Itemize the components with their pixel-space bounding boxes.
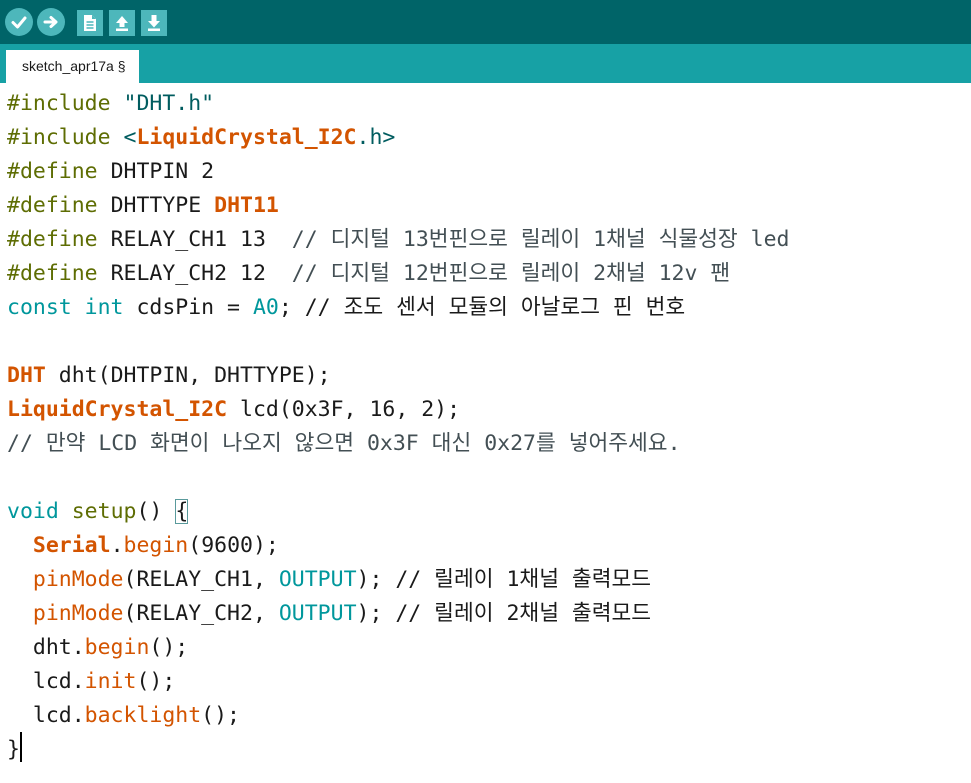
code-line[interactable]: pinMode(RELAY_CH1, OUTPUT); // 릴레이 1채널 출…: [7, 563, 789, 597]
code-line[interactable]: #include "DHT.h": [7, 87, 789, 121]
code-token: ();: [201, 703, 241, 728]
code-token: .: [110, 533, 124, 558]
code-text[interactable]: #include "DHT.h" #include <LiquidCrystal_…: [7, 87, 789, 767]
code-line[interactable]: // 만약 LCD 화면이 나오지 않으면 0x3F 대신 0x27를 넣어주세…: [7, 427, 789, 461]
code-token: OUTPUT: [278, 601, 357, 626]
code-token: // 만약 LCD 화면이 나오지 않으면 0x3F 대신 0x27를 넣어주세…: [7, 431, 681, 456]
code-token: #define: [7, 193, 111, 218]
code-token: DHTTYPE: [110, 193, 215, 218]
code-line[interactable]: #define DHTPIN 2: [7, 155, 789, 189]
code-token: backlight: [84, 703, 202, 728]
code-token: begin: [123, 533, 189, 558]
code-token: lcd.: [7, 703, 85, 728]
check-icon: [11, 16, 27, 29]
tab-bar: sketch_apr17a §: [0, 44, 971, 83]
arrow-down-icon: [148, 15, 160, 31]
code-token: <: [123, 125, 137, 150]
code-line[interactable]: const int cdsPin = A0; // 조도 센서 모듈의 아날로그…: [7, 291, 789, 325]
code-line[interactable]: }: [7, 733, 789, 767]
code-token: init: [84, 669, 137, 694]
code-token: lcd(0x3F, 16, 2);: [227, 397, 461, 422]
code-token: lcd.: [7, 669, 85, 694]
code-line[interactable]: void setup() {: [7, 495, 789, 529]
code-line[interactable]: DHT dht(DHTPIN, DHTTYPE);: [7, 359, 789, 393]
code-token: const int: [7, 295, 137, 320]
code-token: ); // 릴레이 2채널 출력모드: [356, 601, 652, 626]
code-token: (RELAY_CH2,: [123, 601, 279, 626]
code-token: ();: [136, 669, 176, 694]
tab-sketch[interactable]: sketch_apr17a §: [6, 50, 139, 83]
code-token: #define: [7, 227, 111, 252]
code-token: // 디지털 13번핀으로 릴레이 1채널 식물성장 led: [291, 227, 790, 252]
code-token: DHT11: [214, 193, 279, 218]
code-line[interactable]: LiquidCrystal_I2C lcd(0x3F, 16, 2);: [7, 393, 789, 427]
code-line[interactable]: pinMode(RELAY_CH2, OUTPUT); // 릴레이 2채널 출…: [7, 597, 789, 631]
code-token: dht(DHTPIN, DHTTYPE);: [45, 363, 331, 388]
open-button[interactable]: [109, 10, 135, 36]
arrow-right-icon: [43, 16, 58, 28]
code-line[interactable]: lcd.backlight();: [7, 699, 789, 733]
code-token: RELAY_CH1 13: [110, 227, 292, 252]
text-cursor: [20, 732, 22, 762]
code-token: (RELAY_CH1,: [123, 567, 279, 592]
verify-button[interactable]: [5, 8, 33, 36]
code-line[interactable]: #include <LiquidCrystal_I2C.h>: [7, 121, 789, 155]
code-token: ();: [149, 635, 189, 660]
code-token: LiquidCrystal_I2C: [136, 125, 357, 150]
code-token: LiquidCrystal_I2C: [7, 397, 228, 422]
new-file-icon: [84, 15, 96, 31]
code-line[interactable]: #define RELAY_CH2 12 // 디지털 12번핀으로 릴레이 2…: [7, 257, 789, 291]
code-token: }: [7, 737, 20, 762]
code-line[interactable]: #define DHTTYPE DHT11: [7, 189, 789, 223]
code-token: .h>: [356, 125, 396, 150]
arduino-ide-window: sketch_apr17a § #include "DHT.h" #include…: [0, 0, 971, 783]
code-token: pinMode: [32, 601, 124, 626]
code-token: Serial: [32, 533, 111, 558]
toolbar: [0, 0, 971, 44]
save-button[interactable]: [141, 10, 167, 36]
code-line[interactable]: [7, 325, 789, 359]
code-token: dht.: [7, 635, 85, 660]
code-token: begin: [84, 635, 150, 660]
code-token: #include: [7, 125, 124, 150]
code-token: pinMode: [32, 567, 124, 592]
code-line[interactable]: dht.begin();: [7, 631, 789, 665]
new-button[interactable]: [77, 10, 103, 36]
code-token: (): [136, 499, 176, 524]
code-editor[interactable]: #include "DHT.h" #include <LiquidCrystal_…: [0, 83, 971, 783]
code-token: RELAY_CH2 12: [110, 261, 292, 286]
upload-button[interactable]: [37, 8, 65, 36]
code-token: OUTPUT: [278, 567, 357, 592]
code-token: #define: [7, 261, 111, 286]
code-token: {: [175, 499, 189, 524]
code-token: A0: [252, 295, 279, 320]
code-line[interactable]: [7, 461, 789, 495]
code-token: void: [7, 499, 72, 524]
arrow-up-icon: [116, 16, 128, 31]
code-token: cdsPin =: [136, 295, 253, 320]
code-line[interactable]: #define RELAY_CH1 13 // 디지털 13번핀으로 릴레이 1…: [7, 223, 789, 257]
code-token: #define: [7, 159, 111, 184]
code-token: // 디지털 12번핀으로 릴레이 2채널 12v 팬: [291, 261, 731, 286]
code-token: ; // 조도 센서 모듈의 아날로그 핀 번호: [278, 295, 686, 320]
code-token: (9600);: [188, 533, 279, 558]
code-token: DHT: [7, 363, 46, 388]
code-token: DHTPIN 2: [110, 159, 215, 184]
code-token: setup: [71, 499, 137, 524]
code-token: #include: [7, 91, 124, 116]
code-token: "DHT.h": [123, 91, 215, 116]
code-token: ); // 릴레이 1채널 출력모드: [356, 567, 652, 592]
code-line[interactable]: Serial.begin(9600);: [7, 529, 789, 563]
code-line[interactable]: lcd.init();: [7, 665, 789, 699]
